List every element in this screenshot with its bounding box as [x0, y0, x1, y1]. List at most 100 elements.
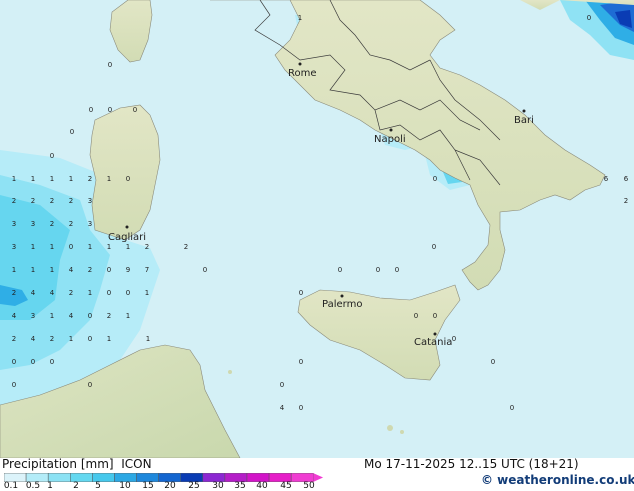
precip-value: 3 — [12, 220, 16, 228]
map-canvas: 1 0 0 0 0 0 0 1 1 1 1 2 1 0 2 2 2 2 3 3 3 2 2 3 3 1 1 0 1 1 1 2 2 1 1 1 4 2 0 9… — [0, 0, 634, 458]
precip-value: 0 — [299, 289, 303, 297]
precip-value: 0 — [108, 61, 112, 69]
precip-value: 0 — [280, 381, 284, 389]
precip-value: 0 — [107, 266, 111, 274]
precip-value: 2 — [50, 197, 54, 205]
precip-value: 0 — [395, 266, 399, 274]
precip-value: 1 — [31, 266, 35, 274]
precip-value: 1 — [12, 266, 16, 274]
precip-value: 1 — [107, 243, 111, 251]
precip-value: 0 — [414, 312, 418, 320]
precip-value: 2 — [31, 197, 35, 205]
precip-value: 0 — [433, 312, 437, 320]
city-palermo: Palermo — [322, 299, 362, 310]
precip-value: 2 — [12, 289, 16, 297]
precip-value: 1 — [12, 175, 16, 183]
precip-value: 2 — [184, 243, 188, 251]
precip-value: 1 — [50, 266, 54, 274]
credit: © weatheronline.co.uk — [481, 473, 634, 487]
precip-value: 0 — [299, 358, 303, 366]
precip-value: 0 — [31, 358, 35, 366]
precip-value: 2 — [12, 335, 16, 343]
precip-value: 0 — [126, 289, 130, 297]
precip-value: 1 — [107, 335, 111, 343]
legend-title-text: Precipitation [mm] — [2, 457, 114, 471]
precip-value: 0 — [88, 312, 92, 320]
precip-value: 0 — [12, 358, 16, 366]
precip-value: 2 — [69, 289, 73, 297]
precip-value: 1 — [50, 175, 54, 183]
precip-value: 2 — [69, 220, 73, 228]
precip-value: 0 — [70, 128, 74, 136]
precip-value: 2 — [107, 312, 111, 320]
precip-value: 1 — [107, 175, 111, 183]
precip-value: 4 — [69, 266, 74, 274]
precip-value: 3 — [88, 220, 92, 228]
precip-value: 0 — [452, 335, 456, 343]
precip-value: 1 — [69, 335, 73, 343]
precip-value: 1 — [50, 243, 54, 251]
precip-value: 4 — [50, 289, 55, 297]
precip-value: 1 — [31, 175, 35, 183]
precip-value: 7 — [145, 266, 149, 274]
precip-value: 0 — [50, 358, 54, 366]
precip-value: 6 — [604, 175, 609, 183]
precip-value: 1 — [88, 289, 92, 297]
city-napoli: Napoli — [374, 134, 406, 145]
precip-value: 1 — [298, 14, 302, 22]
precip-value: 0 — [510, 404, 514, 412]
precip-value: 3 — [31, 312, 35, 320]
precip-value: 2 — [624, 197, 628, 205]
precip-value: 4 — [12, 312, 17, 320]
city-bari: Bari — [514, 115, 534, 126]
precip-value: 0 — [89, 106, 93, 114]
precip-value: 2 — [88, 175, 92, 183]
precip-value: 1 — [126, 312, 130, 320]
precip-value: 4 — [31, 335, 36, 343]
precip-value: 3 — [31, 220, 35, 228]
precip-value: 4 — [31, 289, 36, 297]
precip-value: 1 — [69, 175, 73, 183]
precip-value: 2 — [12, 197, 16, 205]
precip-value: 1 — [31, 243, 35, 251]
precip-value: 0 — [203, 266, 207, 274]
precip-value: 4 — [280, 404, 285, 412]
precip-value: 0 — [299, 404, 303, 412]
precip-value: 0 — [587, 14, 591, 22]
precip-value: 0 — [126, 175, 130, 183]
precip-value: 1 — [145, 289, 149, 297]
datetime: Mo 17-11-2025 12..15 UTC (18+21) — [364, 457, 579, 471]
precip-value: 0 — [50, 152, 54, 160]
precip-value: 0 — [108, 106, 112, 114]
precip-value: 0 — [433, 175, 437, 183]
precip-value: 4 — [69, 312, 74, 320]
precip-value: 0 — [491, 358, 495, 366]
precip-value: 0 — [88, 381, 92, 389]
precip-value: 1 — [146, 335, 150, 343]
precip-value: 2 — [69, 197, 73, 205]
precip-value: 9 — [126, 266, 130, 274]
precip-value: 0 — [338, 266, 342, 274]
precip-value: 3 — [88, 197, 92, 205]
precip-value: 0 — [432, 243, 436, 251]
precip-value: 2 — [88, 266, 92, 274]
precip-value: 1 — [126, 243, 130, 251]
precip-value: 0 — [88, 335, 92, 343]
city-cagliari: Cagliari — [108, 232, 146, 243]
precip-value: 2 — [145, 243, 149, 251]
precip-value: 1 — [50, 312, 54, 320]
model-name: ICON — [121, 457, 152, 471]
precip-value: 2 — [50, 220, 54, 228]
precip-value: 3 — [12, 243, 16, 251]
precip-value: 0 — [133, 106, 137, 114]
precip-value: 0 — [376, 266, 380, 274]
precipitation-map: 1 0 0 0 0 0 0 1 1 1 1 2 1 0 2 2 2 2 3 3 3 2 2 3 3 1 1 0 1 1 1 2 2 1 1 1 4 2 0 9… — [0, 0, 634, 458]
precip-value: 2 — [50, 335, 54, 343]
legend-title: Precipitation [mm] ICON — [2, 457, 152, 471]
city-catania: Catania — [414, 337, 452, 348]
precip-value: 0 — [107, 289, 111, 297]
city-rome: Rome — [288, 68, 317, 79]
precip-value: 0 — [12, 381, 16, 389]
precip-value: 6 — [624, 175, 629, 183]
precip-value: 0 — [69, 243, 73, 251]
